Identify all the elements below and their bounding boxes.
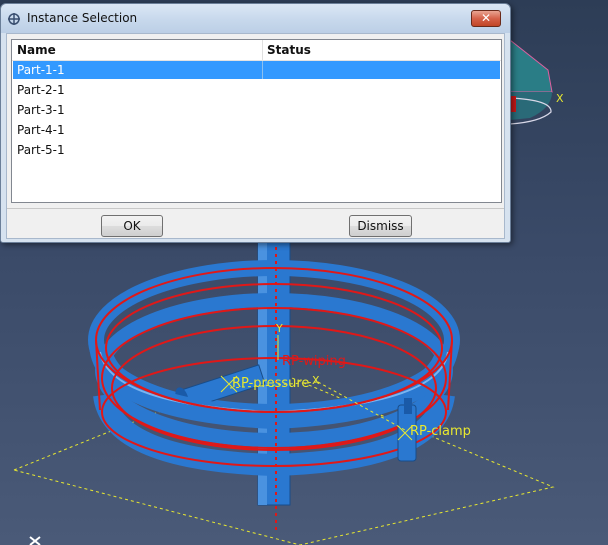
list-row-part-1-1[interactable]: Part-1-1 <box>13 61 500 79</box>
axis-x-label: X <box>312 374 320 387</box>
list-row-part-5-1[interactable]: Part-5-1 <box>13 141 500 159</box>
list-header: Name Status <box>12 40 501 61</box>
instance-list[interactable]: Name Status Part-1-1 Part-2-1 Part-3-1 P… <box>11 39 502 203</box>
dialog-body: Name Status Part-1-1 Part-2-1 Part-3-1 P… <box>6 33 505 239</box>
button-separator <box>7 208 504 209</box>
cell-divider <box>262 61 263 79</box>
dismiss-button[interactable]: Dismiss <box>349 215 412 237</box>
column-header-name[interactable]: Name <box>17 43 56 57</box>
ok-button[interactable]: OK <box>101 215 163 237</box>
row-name: Part-4-1 <box>17 123 65 137</box>
list-row-part-3-1[interactable]: Part-3-1 <box>13 101 500 119</box>
rp-clamp-label: RP-clamp <box>410 424 471 439</box>
close-button[interactable]: ✕ <box>471 10 501 27</box>
rp-wiping-label: RP-wiping <box>282 354 346 369</box>
instance-selection-dialog: Instance Selection ✕ Name Status Part-1-… <box>0 3 511 243</box>
axis-y-label: Y <box>276 322 283 335</box>
rp-pressure-label: RP-pressure <box>232 376 310 391</box>
dialog-titlebar[interactable]: Instance Selection ✕ <box>1 4 510 33</box>
dialog-title: Instance Selection <box>27 11 138 25</box>
axis-x-top-label: X <box>556 92 564 105</box>
app-icon <box>8 13 20 25</box>
row-name: Part-2-1 <box>17 83 65 97</box>
list-row-part-2-1[interactable]: Part-2-1 <box>13 81 500 99</box>
triad-x-glyph <box>29 536 41 545</box>
column-divider[interactable] <box>262 40 263 60</box>
row-name: Part-5-1 <box>17 143 65 157</box>
row-name: Part-3-1 <box>17 103 65 117</box>
list-row-part-4-1[interactable]: Part-4-1 <box>13 121 500 139</box>
column-header-status[interactable]: Status <box>267 43 311 57</box>
row-name: Part-1-1 <box>17 63 65 77</box>
partial-part-top-right <box>508 38 553 125</box>
